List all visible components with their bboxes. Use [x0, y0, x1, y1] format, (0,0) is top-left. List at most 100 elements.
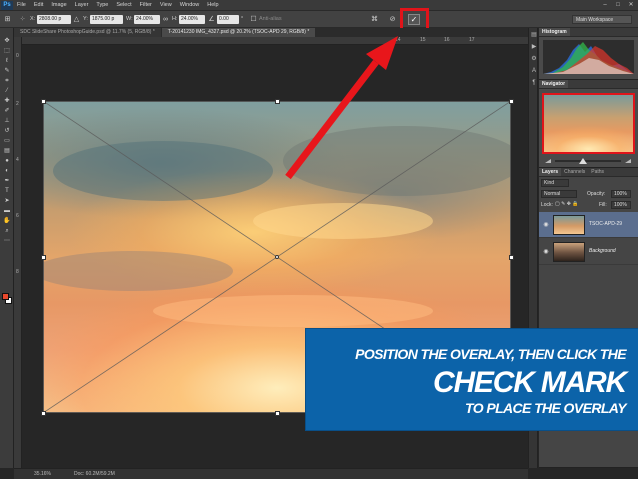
- maximize-icon[interactable]: □: [613, 1, 623, 9]
- tab-navigator[interactable]: Navigator: [539, 80, 569, 88]
- antialias-checkbox[interactable]: ☐: [249, 15, 258, 24]
- tab-slideshare-guide[interactable]: SDC SlideShare PhotoshopGuide.psd @ 11.7…: [14, 28, 161, 37]
- marquee-tool-icon[interactable]: ⬚: [2, 47, 12, 56]
- window-controls: – □ ✕: [597, 1, 636, 9]
- lock-icons[interactable]: ▢ ✎ ✥ 🔒: [555, 201, 579, 207]
- navigator-panel: Navigator: [539, 80, 638, 168]
- brush-tool-icon[interactable]: ✐: [2, 107, 12, 116]
- ruler-number: 16: [444, 37, 450, 43]
- workspace-select[interactable]: Main Workspace: [572, 15, 632, 24]
- angle-field[interactable]: 0.00: [217, 15, 239, 24]
- delta-icon[interactable]: △: [72, 15, 81, 24]
- menu-filter[interactable]: Filter: [140, 2, 152, 8]
- menu-layer[interactable]: Layer: [75, 2, 89, 8]
- close-icon[interactable]: ✕: [626, 1, 636, 9]
- layer-row-tsoc-apd-29[interactable]: ◉ TSOC-APD-29: [539, 212, 638, 238]
- pen-tool-icon[interactable]: ✒: [2, 177, 12, 186]
- opacity-field[interactable]: 100%: [611, 190, 631, 198]
- lasso-tool-icon[interactable]: ℓ: [2, 57, 12, 66]
- x-field[interactable]: 2808.00 p: [37, 15, 71, 24]
- tab-layers[interactable]: Layers: [539, 168, 562, 176]
- crop-tool-icon[interactable]: ⌗: [2, 77, 12, 86]
- tab-img-4327[interactable]: T-20141230 IMG_4327.psd @ 20.2% (TSOC-AP…: [161, 28, 316, 37]
- dodge-tool-icon[interactable]: ◐: [2, 167, 12, 176]
- character-panel-icon[interactable]: A: [530, 67, 538, 76]
- history-panel-icon[interactable]: ▤: [530, 31, 538, 40]
- w-label: W:: [126, 16, 133, 22]
- document-tabs: SDC SlideShare PhotoshopGuide.psd @ 11.7…: [14, 28, 528, 37]
- hand-tool-icon[interactable]: ✋: [2, 217, 12, 226]
- rotate-icon: ∠: [208, 16, 215, 23]
- lock-row: Lock: ▢ ✎ ✥ 🔒 Fill: 100%: [541, 201, 636, 210]
- tab-paths[interactable]: Paths: [588, 168, 607, 176]
- layer-row-background[interactable]: ◉ Background: [539, 239, 638, 265]
- reference-point-icon[interactable]: ⁘: [18, 15, 27, 24]
- histogram-panel: Histogram: [539, 28, 638, 80]
- menu-type[interactable]: Type: [96, 2, 108, 8]
- zoom-level[interactable]: 35.16%: [34, 471, 51, 477]
- menu-view[interactable]: View: [160, 2, 172, 8]
- layer-name: TSOC-APD-29: [589, 221, 623, 227]
- type-tool-icon[interactable]: T: [2, 187, 12, 196]
- eyedropper-tool-icon[interactable]: ⁄: [2, 87, 12, 96]
- fill-field[interactable]: 100%: [611, 201, 631, 209]
- warp-icon[interactable]: ⌘: [370, 15, 379, 24]
- link-icon[interactable]: ∞: [161, 15, 170, 24]
- menu-file[interactable]: File: [17, 2, 26, 8]
- menu-bar: Ps File Edit Image Layer Type Select Fil…: [0, 0, 638, 11]
- ruler-left: 0 2 4 6 8: [14, 37, 22, 468]
- transform-handle-bottom-left[interactable]: [41, 411, 46, 416]
- menu-select[interactable]: Select: [116, 2, 131, 8]
- navigator-zoom-slider[interactable]: [543, 158, 633, 164]
- clone-stamp-icon[interactable]: ⊥: [2, 117, 12, 126]
- menu-image[interactable]: Image: [51, 2, 66, 8]
- minimize-icon[interactable]: –: [600, 1, 610, 9]
- transform-handle-left[interactable]: [41, 255, 46, 260]
- healing-brush-icon[interactable]: ✚: [2, 97, 12, 106]
- h-label: H:: [172, 16, 178, 22]
- navigator-thumbnail[interactable]: [542, 93, 635, 154]
- paragraph-panel-icon[interactable]: ¶: [530, 79, 538, 88]
- transform-handle-right[interactable]: [509, 255, 514, 260]
- fill-label: Fill:: [599, 202, 607, 208]
- foreground-color-swatch[interactable]: [2, 293, 9, 300]
- tab-channels[interactable]: Channels: [561, 168, 588, 176]
- move-tool-icon[interactable]: ✥: [2, 37, 12, 46]
- menu-help[interactable]: Help: [207, 2, 218, 8]
- ruler-number: 17: [469, 37, 475, 43]
- actions-panel-icon[interactable]: ▶: [530, 43, 538, 52]
- menu-window[interactable]: Window: [180, 2, 200, 8]
- properties-panel-icon[interactable]: ⚙: [530, 55, 538, 64]
- blur-tool-icon[interactable]: ●: [2, 157, 12, 166]
- transform-handle-top-left[interactable]: [41, 99, 46, 104]
- ruler-number: 6: [16, 213, 19, 219]
- menu-edit[interactable]: Edit: [34, 2, 43, 8]
- transform-handle-bottom[interactable]: [275, 411, 280, 416]
- width-field[interactable]: 24.00%: [134, 15, 160, 24]
- eye-icon[interactable]: ◉: [542, 221, 550, 229]
- path-select-icon[interactable]: ➤: [2, 197, 12, 206]
- more-tools-icon[interactable]: ⋯: [2, 237, 12, 246]
- transform-handle-top[interactable]: [275, 99, 280, 104]
- y-label: Y:: [83, 16, 88, 22]
- height-field[interactable]: 24.00%: [179, 15, 205, 24]
- transform-tool-icon[interactable]: ⊞: [3, 15, 12, 24]
- gradient-tool-icon[interactable]: ▤: [2, 147, 12, 156]
- ruler-top: 14 15 16 17: [22, 37, 528, 45]
- zoom-tool-icon[interactable]: ⌕: [2, 227, 12, 236]
- transform-center-point[interactable]: [275, 255, 279, 259]
- shape-tool-icon[interactable]: ▬: [2, 207, 12, 216]
- photoshop-logo: Ps: [1, 0, 13, 10]
- commit-transform-button[interactable]: ✓: [408, 14, 420, 25]
- y-field[interactable]: 1875.00 p: [90, 15, 123, 24]
- blend-mode-select[interactable]: Normal: [541, 190, 577, 198]
- quick-select-tool-icon[interactable]: ✎: [2, 67, 12, 76]
- history-brush-icon[interactable]: ↺: [2, 127, 12, 136]
- transform-handle-top-right[interactable]: [509, 99, 514, 104]
- layers-panel-tabs: Layers Channels Paths: [539, 168, 638, 177]
- tab-histogram[interactable]: Histogram: [539, 28, 570, 36]
- eye-icon[interactable]: ◉: [542, 248, 550, 256]
- eraser-tool-icon[interactable]: ▭: [2, 137, 12, 146]
- cancel-transform-icon[interactable]: ⊘: [388, 15, 397, 24]
- layer-kind-select[interactable]: Kind: [541, 179, 569, 187]
